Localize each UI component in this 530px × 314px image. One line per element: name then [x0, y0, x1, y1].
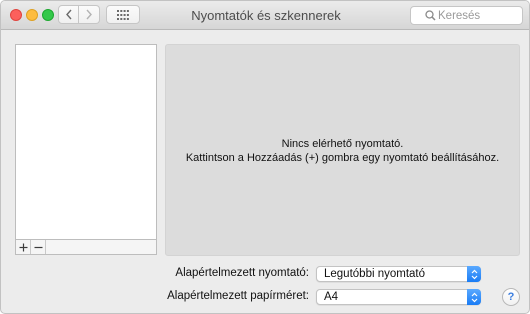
empty-state-message: Nincs elérhető nyomtató. Kattintson a Ho… [166, 137, 519, 165]
default-printer-label: Alapértelmezett nyomtató: [175, 267, 309, 279]
printer-detail-panel: Nincs elérhető nyomtató. Kattintson a Ho… [165, 44, 520, 256]
chevron-right-icon [86, 9, 92, 20]
grid-icon [117, 9, 129, 20]
remove-printer-button[interactable] [31, 240, 46, 254]
empty-state-title: Nincs elérhető nyomtató. [281, 138, 404, 150]
minimize-window-button[interactable] [26, 9, 38, 21]
forward-button[interactable] [79, 5, 100, 24]
title-bar: Nyomtatók és szkennerek [1, 1, 529, 30]
minus-icon [34, 246, 42, 248]
search-input[interactable] [438, 8, 518, 23]
select-arrows-icon [467, 289, 481, 305]
search-icon [425, 10, 436, 21]
default-printer-value: Legutóbbi nyomtató [324, 268, 426, 280]
zoom-window-button[interactable] [42, 9, 54, 21]
close-window-button[interactable] [10, 9, 22, 21]
search-field[interactable] [410, 6, 523, 25]
chevron-left-icon [65, 9, 72, 20]
navigation-buttons [58, 5, 102, 25]
select-arrows-icon [467, 266, 481, 282]
paper-size-select[interactable]: A4 [316, 289, 481, 305]
system-preferences-window: Nyomtatók és szkennerek Nincs elérhető n… [0, 0, 530, 314]
printer-list[interactable] [15, 44, 157, 240]
help-button[interactable]: ? [502, 288, 520, 306]
empty-state-hint: Kattintson a Hozzáadás (+) gombra egy ny… [185, 152, 500, 164]
show-all-button[interactable] [106, 5, 140, 24]
paper-size-label: Alapértelmezett papírméret: [167, 290, 309, 302]
window-title: Nyomtatók és szkennerek [191, 8, 341, 23]
printer-list-controls [15, 239, 157, 255]
plus-icon [19, 243, 27, 251]
add-printer-button[interactable] [16, 240, 31, 254]
paper-size-value: A4 [324, 291, 339, 303]
default-printer-select[interactable]: Legutóbbi nyomtató [316, 266, 481, 282]
back-button[interactable] [58, 5, 79, 24]
